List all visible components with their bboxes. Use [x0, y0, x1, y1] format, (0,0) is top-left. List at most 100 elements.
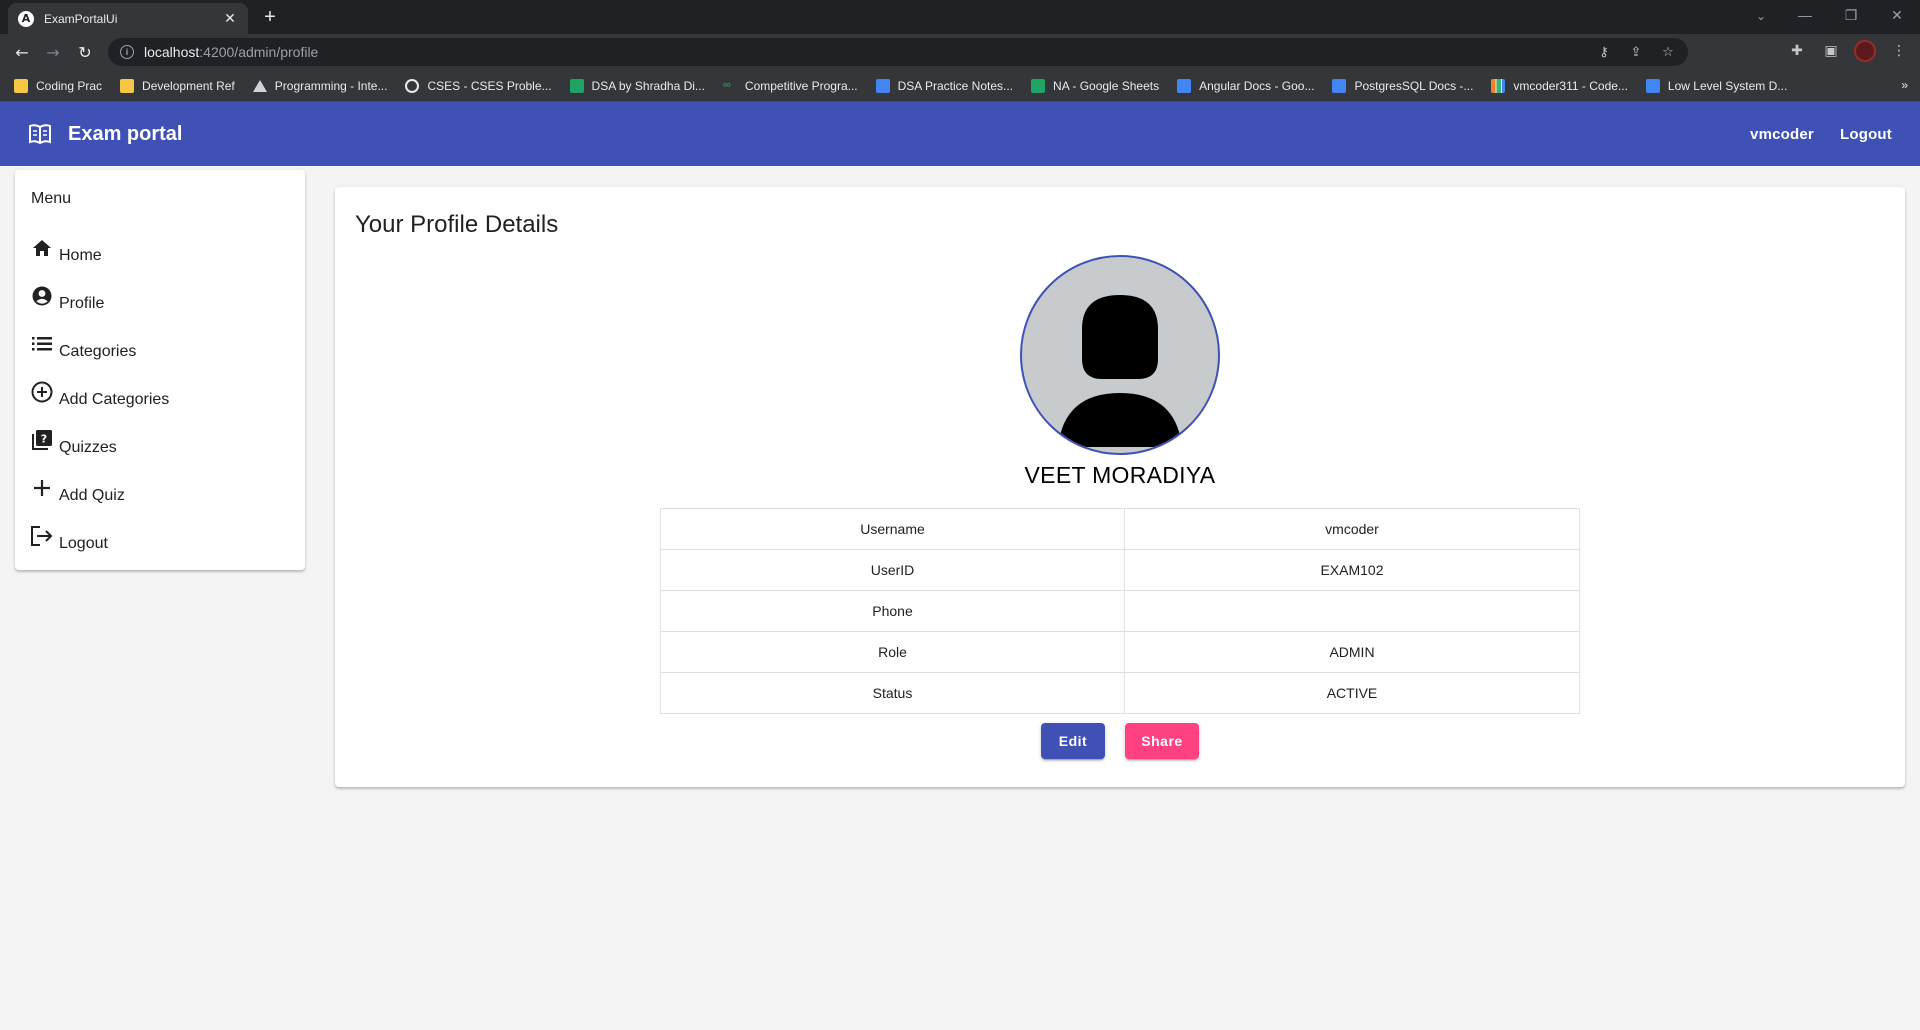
- forward-arrow-icon[interactable]: →: [41, 40, 65, 64]
- table-row: Role ADMIN: [660, 631, 1580, 673]
- minimize-icon[interactable]: —: [1782, 0, 1828, 30]
- tab-search-icon[interactable]: ⌄: [1748, 4, 1774, 28]
- sidebar-item-quizzes[interactable]: ? Quizzes: [31, 429, 291, 461]
- bookmark-item[interactable]: Programming - Inte...: [252, 79, 387, 93]
- more-menu-icon[interactable]: ⋮: [1888, 40, 1910, 62]
- table-row: Status ACTIVE: [660, 672, 1580, 714]
- detail-value: ADMIN: [1124, 631, 1580, 673]
- gfg-icon: ∞: [722, 78, 731, 91]
- folder-icon: [120, 78, 135, 93]
- bookmark-item[interactable]: Angular Docs - Goo...: [1177, 78, 1314, 93]
- extension-area: ✚ ▣ ⋮: [1786, 40, 1910, 62]
- sidebar-item-logout[interactable]: Logout: [31, 525, 291, 557]
- key-icon[interactable]: ⚷: [1594, 42, 1614, 62]
- detail-key: Phone: [660, 590, 1125, 632]
- profile-avatar: [1020, 255, 1220, 455]
- home-icon: [31, 237, 53, 259]
- tab-close-icon[interactable]: ✕: [222, 10, 238, 27]
- reload-icon[interactable]: ↻: [73, 40, 97, 64]
- sheets-icon: [569, 78, 584, 93]
- detail-key: Username: [660, 508, 1125, 550]
- sidebar-item-label: Logout: [59, 535, 108, 552]
- table-row: Username vmcoder: [660, 508, 1580, 550]
- sidebar-item-profile[interactable]: Profile: [31, 285, 291, 317]
- share-button[interactable]: Share: [1125, 723, 1199, 759]
- url-text: localhost:4200/admin/profile: [144, 44, 319, 60]
- tab-title: ExamPortalUi: [44, 11, 118, 26]
- table-row: UserID EXAM102: [660, 549, 1580, 591]
- detail-value: ACTIVE: [1124, 672, 1580, 714]
- app-title[interactable]: Exam portal: [68, 123, 182, 146]
- docs-icon: [1645, 78, 1660, 93]
- new-tab-icon[interactable]: +: [258, 5, 282, 29]
- add-circle-icon: [31, 381, 53, 403]
- bookmark-item[interactable]: Low Level System D...: [1645, 78, 1787, 93]
- table-row: Phone: [660, 590, 1580, 632]
- profile-card: Your Profile Details VEET MORADIYA Usern…: [335, 187, 1905, 787]
- sidebar-item-add-categories[interactable]: Add Categories: [31, 381, 291, 413]
- add-icon: [31, 477, 53, 499]
- globe-icon: [405, 78, 420, 93]
- browser-tab[interactable]: A ExamPortalUi ✕: [8, 3, 248, 34]
- bookmark-item[interactable]: CSES - CSES Proble...: [405, 78, 552, 93]
- bookmarks-bar: Coding Prac Development Ref Programming …: [0, 70, 1920, 102]
- bar-chart-icon: [1491, 78, 1506, 93]
- docs-icon: [1177, 78, 1192, 93]
- angular-favicon-icon: A: [18, 10, 34, 27]
- sidebar-item-add-quiz[interactable]: Add Quiz: [31, 477, 291, 509]
- edit-button[interactable]: Edit: [1041, 723, 1105, 759]
- detail-key: Status: [660, 672, 1125, 714]
- logout-icon: [31, 525, 53, 547]
- person-silhouette-icon: [1058, 295, 1182, 447]
- list-icon: [31, 333, 53, 355]
- sidebar-item-label: Home: [59, 247, 102, 264]
- profile-name: VEET MORADIYA: [1024, 462, 1216, 488]
- bookmark-item[interactable]: NA - Google Sheets: [1031, 78, 1159, 93]
- docs-icon: [875, 78, 890, 93]
- share-page-icon[interactable]: ⇪: [1626, 42, 1646, 62]
- extensions-puzzle-icon[interactable]: ✚: [1786, 40, 1808, 62]
- browser-profile-avatar[interactable]: [1854, 40, 1876, 62]
- browser-tab-strip: A ExamPortalUi ✕ + ⌄ — ❐ ✕: [0, 0, 1920, 34]
- sidebar-item-label: Profile: [59, 295, 105, 312]
- detail-value: [1124, 590, 1580, 632]
- sidebar-item-home[interactable]: Home: [31, 237, 291, 269]
- sidebar-item-label: Quizzes: [59, 439, 117, 456]
- site-info-icon[interactable]: i: [120, 45, 134, 59]
- sidebar-item-label: Categories: [59, 343, 137, 360]
- menu-book-icon: [28, 122, 52, 146]
- mountain-icon: [252, 79, 267, 92]
- bookmark-item[interactable]: Coding Prac: [14, 78, 102, 93]
- detail-key: Role: [660, 631, 1125, 673]
- bookmarks-overflow-icon[interactable]: »: [1901, 78, 1908, 92]
- bookmark-star-icon[interactable]: ☆: [1658, 42, 1678, 62]
- account-circle-icon: [31, 285, 53, 307]
- sidebar-item-label: Add Categories: [59, 391, 170, 408]
- menu-heading: Menu: [31, 190, 72, 207]
- back-arrow-icon[interactable]: ←: [10, 40, 34, 64]
- omnibox-actions: ⚷ ⇪ ☆: [1594, 42, 1678, 62]
- bookmark-item[interactable]: PostgresSQL Docs -...: [1332, 78, 1473, 93]
- detail-value: vmcoder: [1124, 508, 1580, 550]
- sidebar-menu: Menu Home Profile Categories Add Categor…: [15, 170, 305, 570]
- detail-key: UserID: [660, 549, 1125, 591]
- bookmark-item[interactable]: Development Ref: [120, 78, 235, 93]
- folder-icon: [14, 78, 28, 93]
- window-controls: — ❐ ✕: [1782, 0, 1920, 30]
- nav-username-link[interactable]: vmcoder: [1750, 126, 1814, 143]
- side-panel-icon[interactable]: ▣: [1820, 40, 1842, 62]
- nav-logout-link[interactable]: Logout: [1840, 126, 1892, 143]
- bookmark-item[interactable]: vmcoder311 - Code...: [1491, 78, 1628, 93]
- page-title: Your Profile Details: [355, 211, 559, 238]
- sidebar-item-categories[interactable]: Categories: [31, 333, 291, 365]
- bookmark-item[interactable]: DSA Practice Notes...: [875, 78, 1013, 93]
- app-toolbar: Exam portal vmcoder Logout: [0, 102, 1920, 166]
- address-bar[interactable]: i localhost:4200/admin/profile ⚷ ⇪ ☆: [108, 38, 1688, 66]
- bookmark-item[interactable]: DSA by Shradha Di...: [569, 78, 705, 93]
- profile-details-table: Username vmcoder UserID EXAM102 Phone Ro…: [660, 508, 1580, 714]
- sidebar-item-label: Add Quiz: [59, 487, 125, 504]
- restore-icon[interactable]: ❐: [1828, 0, 1874, 30]
- detail-value: EXAM102: [1124, 549, 1580, 591]
- window-close-icon[interactable]: ✕: [1874, 0, 1920, 30]
- bookmark-item[interactable]: ∞ Competitive Progra...: [723, 79, 858, 93]
